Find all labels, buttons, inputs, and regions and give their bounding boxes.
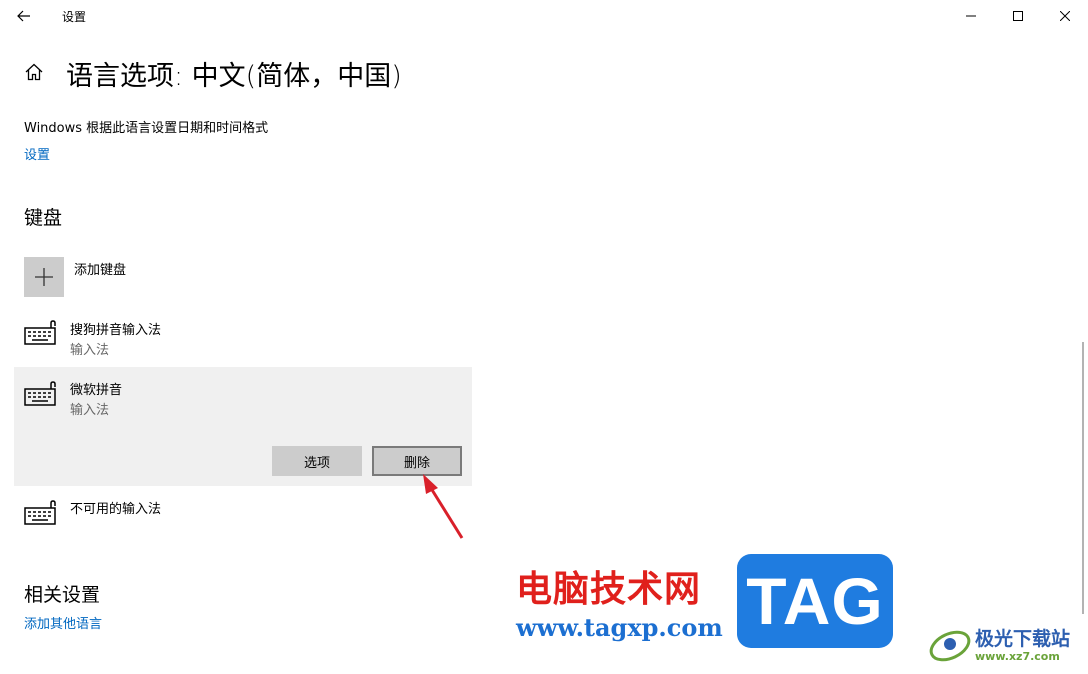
ime-item-sogou[interactable]: 搜狗拼音输入法 输入法 — [14, 312, 472, 362]
maximize-icon — [1013, 11, 1023, 21]
ime-item-microsoft-pinyin[interactable]: 微软拼音 输入法 选项 删除 — [14, 367, 472, 486]
minimize-icon — [966, 15, 976, 17]
back-arrow-icon — [17, 10, 30, 22]
related-settings-title: 相关设置 — [24, 584, 101, 606]
ime-type: 输入法 — [70, 403, 110, 418]
page-title: 语言选项: 中文(简体，中国) — [66, 61, 402, 92]
watermark-tag-badge: TAG — [737, 554, 893, 648]
scrollbar[interactable] — [1082, 342, 1084, 614]
ime-name: 微软拼音 — [70, 383, 123, 398]
keyboard-icon — [24, 500, 56, 525]
watermark-logo-url: www.xz7.com — [975, 650, 1060, 663]
ime-type: 输入法 — [70, 343, 110, 358]
close-button[interactable] — [1042, 0, 1088, 32]
keyboard-icon — [24, 381, 56, 406]
date-format-description: Windows 根据此语言设置日期和时间格式 — [24, 121, 269, 136]
maximize-button[interactable] — [995, 0, 1041, 32]
watermark-logo-name: 极光下载站 — [975, 628, 1071, 650]
ime-name: 不可用的输入法 — [70, 502, 162, 517]
add-keyboard-label[interactable]: 添加键盘 — [74, 259, 126, 278]
regional-settings-link[interactable]: 设置 — [24, 144, 50, 163]
ime-item-unavailable[interactable]: 不可用的输入法 — [14, 492, 472, 532]
add-keyboard-button[interactable] — [24, 257, 64, 297]
keyboard-icon — [24, 320, 56, 345]
home-icon[interactable] — [24, 62, 44, 82]
ime-name: 搜狗拼音输入法 — [70, 323, 162, 338]
window-title: 设置 — [62, 10, 87, 24]
minimize-button[interactable] — [948, 0, 994, 32]
keyboard-section-title: 键盘 — [24, 207, 63, 229]
title-bar: 设置 — [0, 0, 1088, 32]
close-icon — [1060, 11, 1070, 21]
back-button[interactable] — [10, 4, 38, 28]
options-button[interactable]: 选项 — [272, 446, 362, 476]
delete-button[interactable]: 删除 — [372, 446, 462, 476]
watermark-site-url: www.tagxp.com — [516, 613, 723, 642]
watermark-site-name: 电脑技术网 — [516, 569, 702, 610]
plus-icon — [35, 268, 53, 286]
add-language-link[interactable]: 添加其他语言 — [24, 613, 102, 632]
